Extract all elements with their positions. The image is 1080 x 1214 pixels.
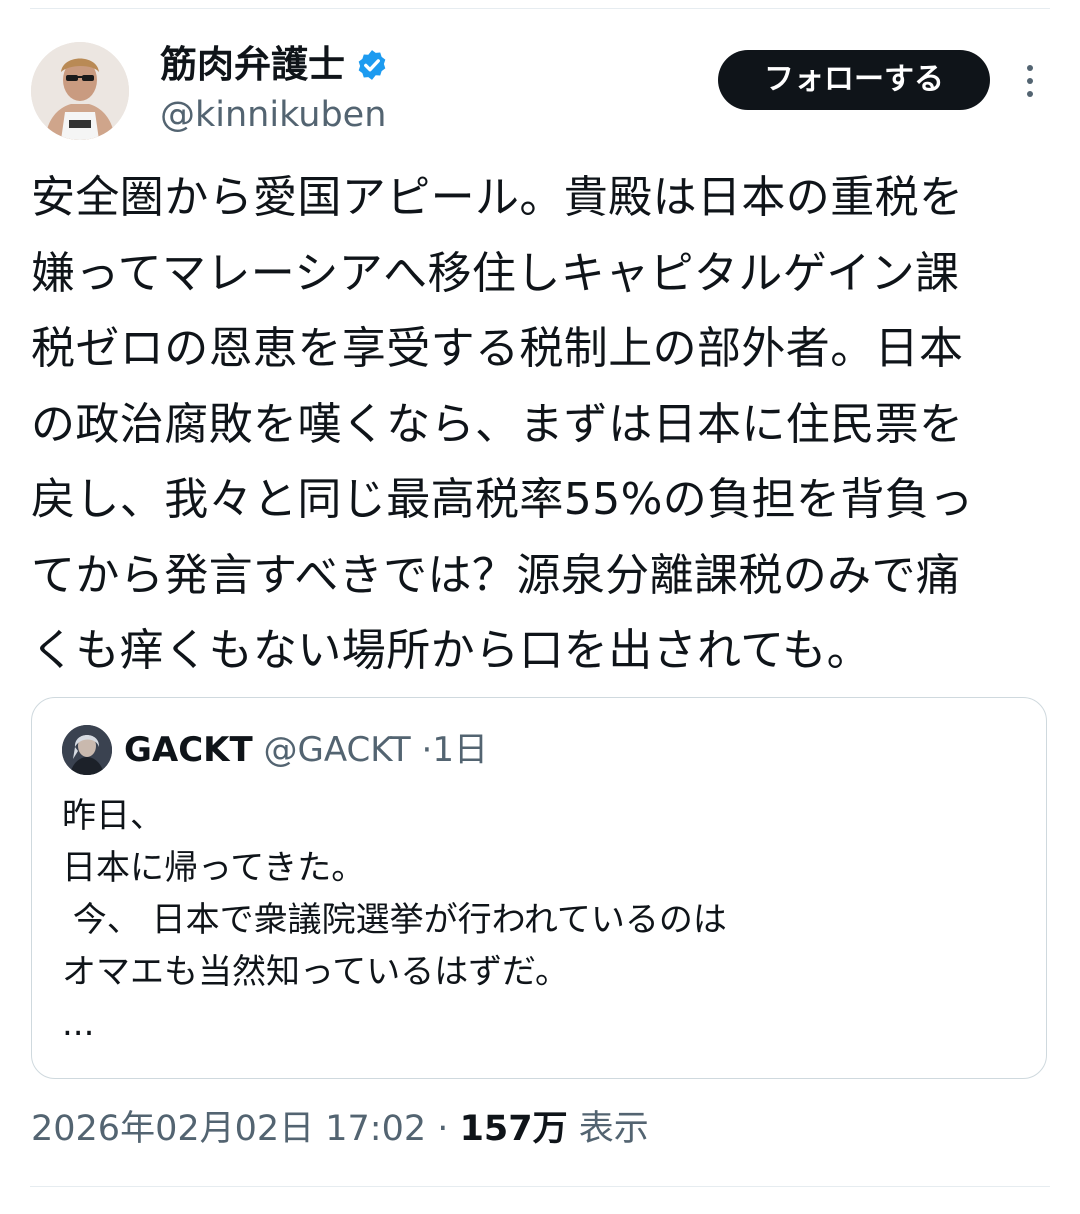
verified-badge-icon bbox=[358, 50, 386, 80]
quoted-separator: · bbox=[421, 730, 433, 770]
tweet-line: 安全圏から愛国アピール。貴殿は日本の重税を bbox=[31, 172, 964, 223]
tweet-line: くも痒くもない場所から口を出されても。 bbox=[31, 625, 872, 676]
quoted-line: 今、 日本で衆議院選挙が行われているのは bbox=[62, 900, 727, 940]
quoted-line: 昨日、 bbox=[62, 796, 164, 836]
quoted-tweet-text: 昨日、 日本に帰ってきた。 今、 日本で衆議院選挙が行われているのは オマエも当… bbox=[62, 790, 727, 1050]
top-divider bbox=[30, 8, 1050, 9]
dot bbox=[1027, 91, 1033, 97]
quoted-line: 日本に帰ってきた。 bbox=[62, 848, 366, 888]
dot bbox=[1027, 65, 1033, 71]
quoted-tweet-card[interactable]: GACKT @GACKT ·1日 昨日、 日本に帰ってきた。 今、 日本で衆議院… bbox=[31, 697, 1047, 1079]
tweet-meta: 2026年02月02日 17:02 · 157万 表示 bbox=[31, 1102, 649, 1156]
tweet-line: 嫌ってマレーシアへ移住しキャピタルゲイン課 bbox=[31, 247, 960, 299]
quoted-line: オマエも当然知っているはずだ。 bbox=[62, 952, 569, 992]
tweet-text: 安全圏から愛国アピール。貴殿は日本の重税を 嫌ってマレーシアへ移住しキャピタルゲ… bbox=[31, 160, 1049, 689]
quoted-header: GACKT @GACKT ·1日 bbox=[124, 724, 488, 776]
quoted-author-handle[interactable]: @GACKT bbox=[264, 730, 411, 770]
author-avatar[interactable] bbox=[31, 42, 129, 140]
views-label: 表示 bbox=[578, 1109, 649, 1149]
quoted-author-name[interactable]: GACKT bbox=[124, 730, 253, 770]
quoted-avatar-image bbox=[62, 725, 112, 775]
author-display-name[interactable]: 筋肉弁護士 bbox=[160, 40, 389, 90]
tweet-line: てから発言すべきでは？源泉分離課税のみで痛 bbox=[31, 549, 961, 601]
tweet-line: 税ゼロの恩恵を享受する税制上の部外者。日本 bbox=[31, 323, 964, 374]
quoted-line: ... bbox=[62, 1004, 95, 1044]
author-handle[interactable]: @kinnikuben bbox=[160, 92, 386, 138]
follow-button[interactable]: フォローする bbox=[718, 50, 990, 110]
tweet-timestamp[interactable]: 2026年02月02日 17:02 bbox=[31, 1109, 426, 1149]
bottom-divider bbox=[30, 1186, 1050, 1187]
tweet-line: 戻し、我々と同じ最高税率55%の負担を背負っ bbox=[31, 474, 974, 525]
quoted-author-avatar[interactable] bbox=[62, 725, 112, 775]
more-vertical-icon[interactable] bbox=[1012, 58, 1048, 104]
author-name-text[interactable]: 筋肉弁護士 bbox=[160, 40, 345, 90]
meta-separator: · bbox=[437, 1109, 449, 1149]
quoted-time[interactable]: 1日 bbox=[432, 730, 488, 770]
tweet-line: の政治腐敗を嘆くなら、まずは日本に住民票を bbox=[31, 398, 964, 450]
avatar-image bbox=[31, 42, 129, 140]
dot bbox=[1027, 78, 1033, 84]
views-count[interactable]: 157万 bbox=[460, 1109, 568, 1149]
